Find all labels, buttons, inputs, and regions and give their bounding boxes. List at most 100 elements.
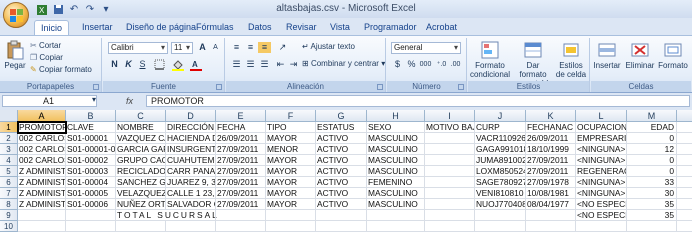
- font-size-select[interactable]: 11: [171, 42, 193, 54]
- shrink-font-button[interactable]: A: [209, 42, 222, 53]
- thousands-button[interactable]: 000: [419, 59, 432, 70]
- column-header[interactable]: C: [116, 110, 166, 122]
- table-cell[interactable]: 33: [627, 177, 677, 188]
- table-cell[interactable]: 35: [627, 210, 677, 221]
- percent-button[interactable]: %: [405, 59, 418, 70]
- table-cell[interactable]: MOTIVO BAJ: [425, 122, 475, 133]
- table-cell[interactable]: NUÑEZ ORTI: [116, 199, 166, 210]
- table-cell[interactable]: [316, 221, 367, 232]
- table-cell[interactable]: MASCULINO: [367, 166, 425, 177]
- table-cell[interactable]: ACTIVO: [316, 177, 367, 188]
- table-cell[interactable]: [677, 144, 692, 155]
- tab-inicio[interactable]: Inicio: [34, 20, 70, 35]
- table-cell[interactable]: VELAZQUEZ: [116, 188, 166, 199]
- table-cell[interactable]: [627, 221, 677, 232]
- table-cell[interactable]: [266, 210, 316, 221]
- table-cell[interactable]: [425, 155, 475, 166]
- table-cell[interactable]: MASCULINO: [367, 155, 425, 166]
- tab-acrobat[interactable]: Acrobat: [420, 20, 463, 35]
- table-cell[interactable]: CALLE 1 23, 1: [166, 188, 216, 199]
- align-middle-icon[interactable]: ≡: [244, 42, 257, 53]
- table-cell[interactable]: NOMBRE: [116, 122, 166, 133]
- name-box-dropdown-icon[interactable]: ▾: [92, 95, 96, 104]
- table-cell[interactable]: S01-00005: [66, 188, 116, 199]
- table-cell[interactable]: [66, 221, 116, 232]
- clipboard-launcher-icon[interactable]: [93, 84, 99, 90]
- cell-styles-button[interactable]: Estilos de celda: [554, 40, 588, 79]
- font-color-icon[interactable]: A: [189, 59, 202, 71]
- alignment-launcher-icon[interactable]: [377, 84, 383, 90]
- table-cell[interactable]: 0: [627, 166, 677, 177]
- currency-button[interactable]: $: [391, 59, 404, 70]
- table-cell[interactable]: MASCULINO: [367, 133, 425, 144]
- table-cell[interactable]: ACTIVO: [316, 133, 367, 144]
- column-header[interactable]: H: [367, 110, 425, 122]
- underline-button[interactable]: S: [136, 59, 149, 70]
- row-header[interactable]: 6: [0, 177, 18, 188]
- table-cell[interactable]: [18, 221, 66, 232]
- row-header[interactable]: 5: [0, 166, 18, 177]
- table-cell[interactable]: CUAHUTEMC: [166, 155, 216, 166]
- table-cell[interactable]: FECHANAC: [526, 122, 576, 133]
- insert-function-button[interactable]: fx: [116, 95, 144, 107]
- table-cell[interactable]: [166, 221, 216, 232]
- table-cell[interactable]: [425, 210, 475, 221]
- table-cell[interactable]: [425, 177, 475, 188]
- table-cell[interactable]: 30: [627, 188, 677, 199]
- table-cell[interactable]: [425, 133, 475, 144]
- copy-button[interactable]: ❐ Copiar: [30, 53, 63, 62]
- table-cell[interactable]: GAGA991018: [475, 144, 526, 155]
- row-header[interactable]: 7: [0, 188, 18, 199]
- table-cell[interactable]: ACTIVO: [316, 166, 367, 177]
- format-painter-button[interactable]: ✎ Copiar formato: [30, 65, 92, 74]
- tab-insertar[interactable]: Insertar: [76, 20, 119, 35]
- table-cell[interactable]: OCUPACION: [576, 122, 627, 133]
- table-cell[interactable]: 0: [627, 155, 677, 166]
- table-cell[interactable]: [66, 210, 116, 221]
- table-cell[interactable]: ACTIVO: [316, 188, 367, 199]
- table-cell[interactable]: MASCULINO: [367, 144, 425, 155]
- tab-datos[interactable]: Datos: [242, 20, 278, 35]
- table-cell[interactable]: MAYOR: [266, 188, 316, 199]
- paste-button[interactable]: Pegar: [2, 40, 28, 70]
- table-cell[interactable]: [166, 210, 216, 221]
- tab-programador[interactable]: Programador: [358, 20, 423, 35]
- table-cell[interactable]: INSURGENTE: [166, 144, 216, 155]
- table-cell[interactable]: [677, 199, 692, 210]
- table-cell[interactable]: S01-00004: [66, 177, 116, 188]
- table-cell[interactable]: MAYOR: [266, 166, 316, 177]
- table-cell[interactable]: <NO ESPECIF: [576, 199, 627, 210]
- number-format-select[interactable]: General: [391, 42, 461, 54]
- table-cell[interactable]: JUMA891002: [475, 155, 526, 166]
- wrap-text-button[interactable]: ↵ Ajustar texto: [302, 42, 355, 51]
- table-cell[interactable]: [475, 210, 526, 221]
- cut-button[interactable]: ✂ Cortar: [30, 41, 61, 50]
- insert-cells-button[interactable]: Insertar: [591, 40, 623, 70]
- table-cell[interactable]: [425, 166, 475, 177]
- table-cell[interactable]: S01-00001-02: [66, 144, 116, 155]
- table-cell[interactable]: [216, 221, 266, 232]
- decrease-decimal-icon[interactable]: .00: [449, 59, 462, 70]
- table-cell[interactable]: [425, 188, 475, 199]
- table-cell[interactable]: [526, 210, 576, 221]
- table-cell[interactable]: Z ADMINIST: [18, 199, 66, 210]
- table-cell[interactable]: RECICLADOS: [116, 166, 166, 177]
- table-cell[interactable]: ACTIVO: [316, 144, 367, 155]
- delete-cells-button[interactable]: Eliminar: [623, 40, 657, 70]
- row-header[interactable]: 2: [0, 133, 18, 144]
- row-header[interactable]: 9: [0, 210, 18, 221]
- table-cell[interactable]: [576, 221, 627, 232]
- table-cell[interactable]: FEMENINO: [367, 177, 425, 188]
- table-cell[interactable]: 27/09/2011: [526, 166, 576, 177]
- table-cell[interactable]: [677, 166, 692, 177]
- table-cell[interactable]: 26/09/2011: [526, 133, 576, 144]
- row-header[interactable]: 3: [0, 144, 18, 155]
- table-cell[interactable]: ACTIVO: [316, 155, 367, 166]
- table-cell[interactable]: NUOJ770408: [475, 199, 526, 210]
- fill-color-icon[interactable]: [171, 59, 184, 71]
- number-launcher-icon[interactable]: [458, 84, 464, 90]
- table-cell[interactable]: S01-00002: [66, 155, 116, 166]
- active-cell[interactable]: PROMOTOR: [17, 121, 67, 134]
- tab-formulas[interactable]: Fórmulas: [190, 20, 240, 35]
- grow-font-button[interactable]: A: [196, 42, 209, 53]
